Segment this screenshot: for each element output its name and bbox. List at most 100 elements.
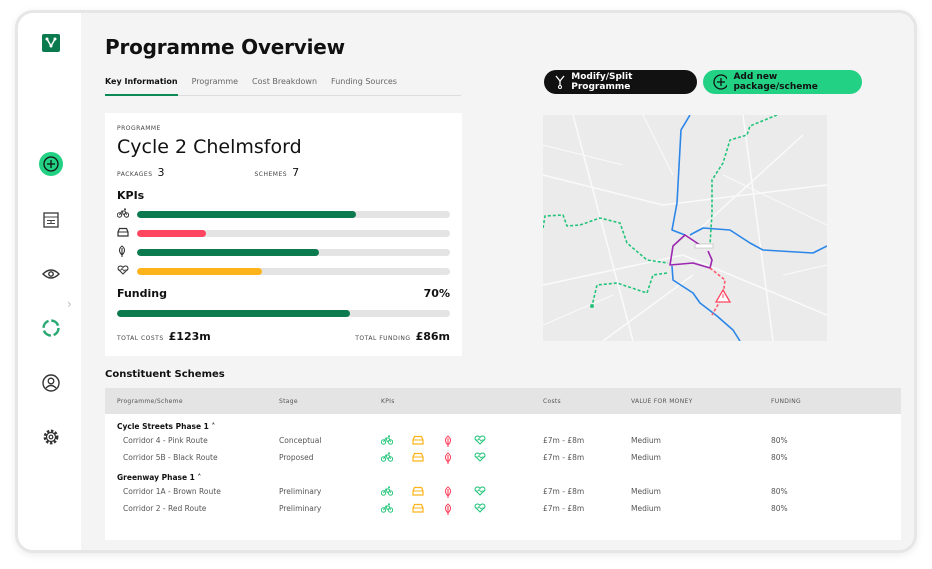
scheme-vfm: Medium: [631, 487, 661, 496]
split-icon: [555, 75, 565, 89]
car-icon: [412, 503, 424, 516]
scheme-costs: £7m - £8m: [543, 436, 585, 445]
kpis-heading: KPIs: [117, 189, 145, 202]
col-kpis[interactable]: KPIs: [381, 398, 395, 405]
tab-bar: Key Information Programme Cost Breakdown…: [105, 73, 461, 96]
add-icon[interactable]: [39, 152, 63, 176]
table-row[interactable]: Corridor 4 - Pink Route Conceptual £7m - £…: [105, 433, 901, 450]
scheme-funding: 80%: [771, 504, 788, 513]
sidebar: ›: [18, 13, 81, 550]
kpi-bar: [137, 211, 450, 218]
schemes-count: 7: [292, 166, 300, 179]
car-icon: [412, 435, 424, 448]
car-icon: [412, 452, 424, 465]
col-costs[interactable]: Costs: [543, 398, 561, 405]
scheme-vfm: Medium: [631, 504, 661, 513]
cycle-icon[interactable]: [39, 316, 63, 340]
scheme-vfm: Medium: [631, 453, 661, 462]
scheme-name[interactable]: Corridor 1A - Brown Route: [123, 487, 221, 496]
funding-label: Funding: [117, 287, 167, 300]
eye-icon[interactable]: [39, 262, 63, 286]
scheme-funding: 80%: [771, 436, 788, 445]
schemes-table: Programme/Scheme Stage KPIs Costs Value …: [105, 388, 901, 540]
map-place-label: [694, 243, 714, 249]
route-endpoint: [590, 304, 594, 308]
heart-icon: [117, 265, 137, 278]
funding-bar-fill: [117, 310, 351, 317]
col-value-for-money[interactable]: Value for money: [631, 398, 693, 405]
total-costs: £123m: [168, 330, 211, 343]
funding-bar: [117, 310, 450, 317]
page-title: Programme Overview: [105, 35, 345, 59]
bike-icon: [116, 208, 137, 221]
heart-icon: [474, 486, 486, 499]
scheme-stage: Proposed: [279, 453, 314, 462]
modify-split-programme-button[interactable]: Modify/Split Programme: [544, 70, 697, 94]
user-icon[interactable]: [39, 371, 63, 395]
scheme-name[interactable]: Corridor 4 - Pink Route: [123, 436, 208, 445]
col-stage[interactable]: Stage: [279, 398, 298, 405]
schemes-label: Schemes: [254, 171, 288, 178]
expand-sidebar-chevron-icon[interactable]: ›: [67, 297, 72, 311]
col-programme-scheme[interactable]: Programme/Scheme: [117, 398, 183, 405]
scheme-vfm: Medium: [631, 436, 661, 445]
add-label: Add new package/scheme: [733, 72, 818, 92]
bike-icon: [380, 486, 394, 499]
packages-count: 3: [157, 166, 165, 179]
total-costs-label: Total costs: [117, 335, 164, 342]
gear-icon[interactable]: [39, 425, 63, 449]
bike-icon: [380, 452, 394, 465]
leaf-icon: [443, 435, 453, 450]
scheme-group-header[interactable]: Cycle Streets Phase 1 ˄: [105, 416, 901, 433]
kpi-bar: [137, 230, 450, 237]
kpi-bar-fill: [137, 230, 206, 237]
tab-cost-breakdown[interactable]: Cost Breakdown: [252, 73, 317, 96]
table-row[interactable]: Corridor 1A - Brown Route Preliminary £7m …: [105, 484, 901, 501]
logo: [42, 34, 60, 52]
tab-key-information[interactable]: Key Information: [105, 73, 178, 96]
scheme-costs: £7m - £8m: [543, 504, 585, 513]
kpi-row: [117, 224, 450, 243]
kpi-bar-fill: [137, 211, 357, 218]
leaf-icon: [117, 245, 137, 260]
table-header: Programme/Scheme Stage KPIs Costs Value …: [105, 388, 901, 414]
table-row[interactable]: Corridor 2 - Red Route Preliminary £7m - £…: [105, 501, 901, 518]
plus-circle-icon: [713, 74, 728, 90]
scheme-funding: 80%: [771, 453, 788, 462]
total-funding: £86m: [415, 330, 450, 343]
packages-label: Packages: [117, 171, 153, 178]
tab-programme[interactable]: Programme: [192, 73, 238, 96]
scheme-name[interactable]: Corridor 2 - Red Route: [123, 504, 206, 513]
kpi-bar: [137, 249, 450, 256]
add-package-scheme-button[interactable]: Add new package/scheme: [703, 70, 862, 94]
scheme-stage: Preliminary: [279, 504, 322, 513]
kpi-bar: [137, 268, 450, 275]
scheme-stage: Preliminary: [279, 487, 322, 496]
car-icon: [117, 227, 137, 240]
leaf-icon: [443, 503, 453, 518]
programme-summary-card: Programme Cycle 2 Chelmsford Packages 3 S…: [105, 113, 462, 356]
scheme-name[interactable]: Corridor 5B - Black Route: [123, 453, 218, 462]
total-funding-label: Total funding: [355, 335, 411, 342]
table-icon[interactable]: [39, 208, 63, 232]
heart-icon: [474, 435, 486, 448]
bike-icon: [380, 503, 394, 516]
modify-label: Modify/Split Programme: [571, 72, 633, 92]
leaf-icon: [443, 452, 453, 467]
kpi-row: [117, 243, 450, 262]
programme-label: Programme: [117, 125, 161, 132]
scheme-funding: 80%: [771, 487, 788, 496]
table-row[interactable]: Corridor 5B - Black Route Proposed £7m - £…: [105, 450, 901, 467]
route-map[interactable]: [542, 114, 828, 342]
kpi-row: [116, 205, 450, 224]
col-funding[interactable]: Funding: [771, 398, 801, 405]
leaf-icon: [443, 486, 453, 501]
main-content: Programme Overview Key Information Progr…: [81, 13, 914, 550]
scheme-costs: £7m - £8m: [543, 453, 585, 462]
scheme-group-header[interactable]: Greenway Phase 1 ˄: [105, 467, 901, 484]
heart-icon: [474, 452, 486, 465]
funding-percent: 70%: [423, 287, 450, 300]
tab-funding-sources[interactable]: Funding Sources: [331, 73, 397, 96]
scheme-stage: Conceptual: [279, 436, 322, 445]
programme-name: Cycle 2 Chelmsford: [117, 136, 302, 158]
